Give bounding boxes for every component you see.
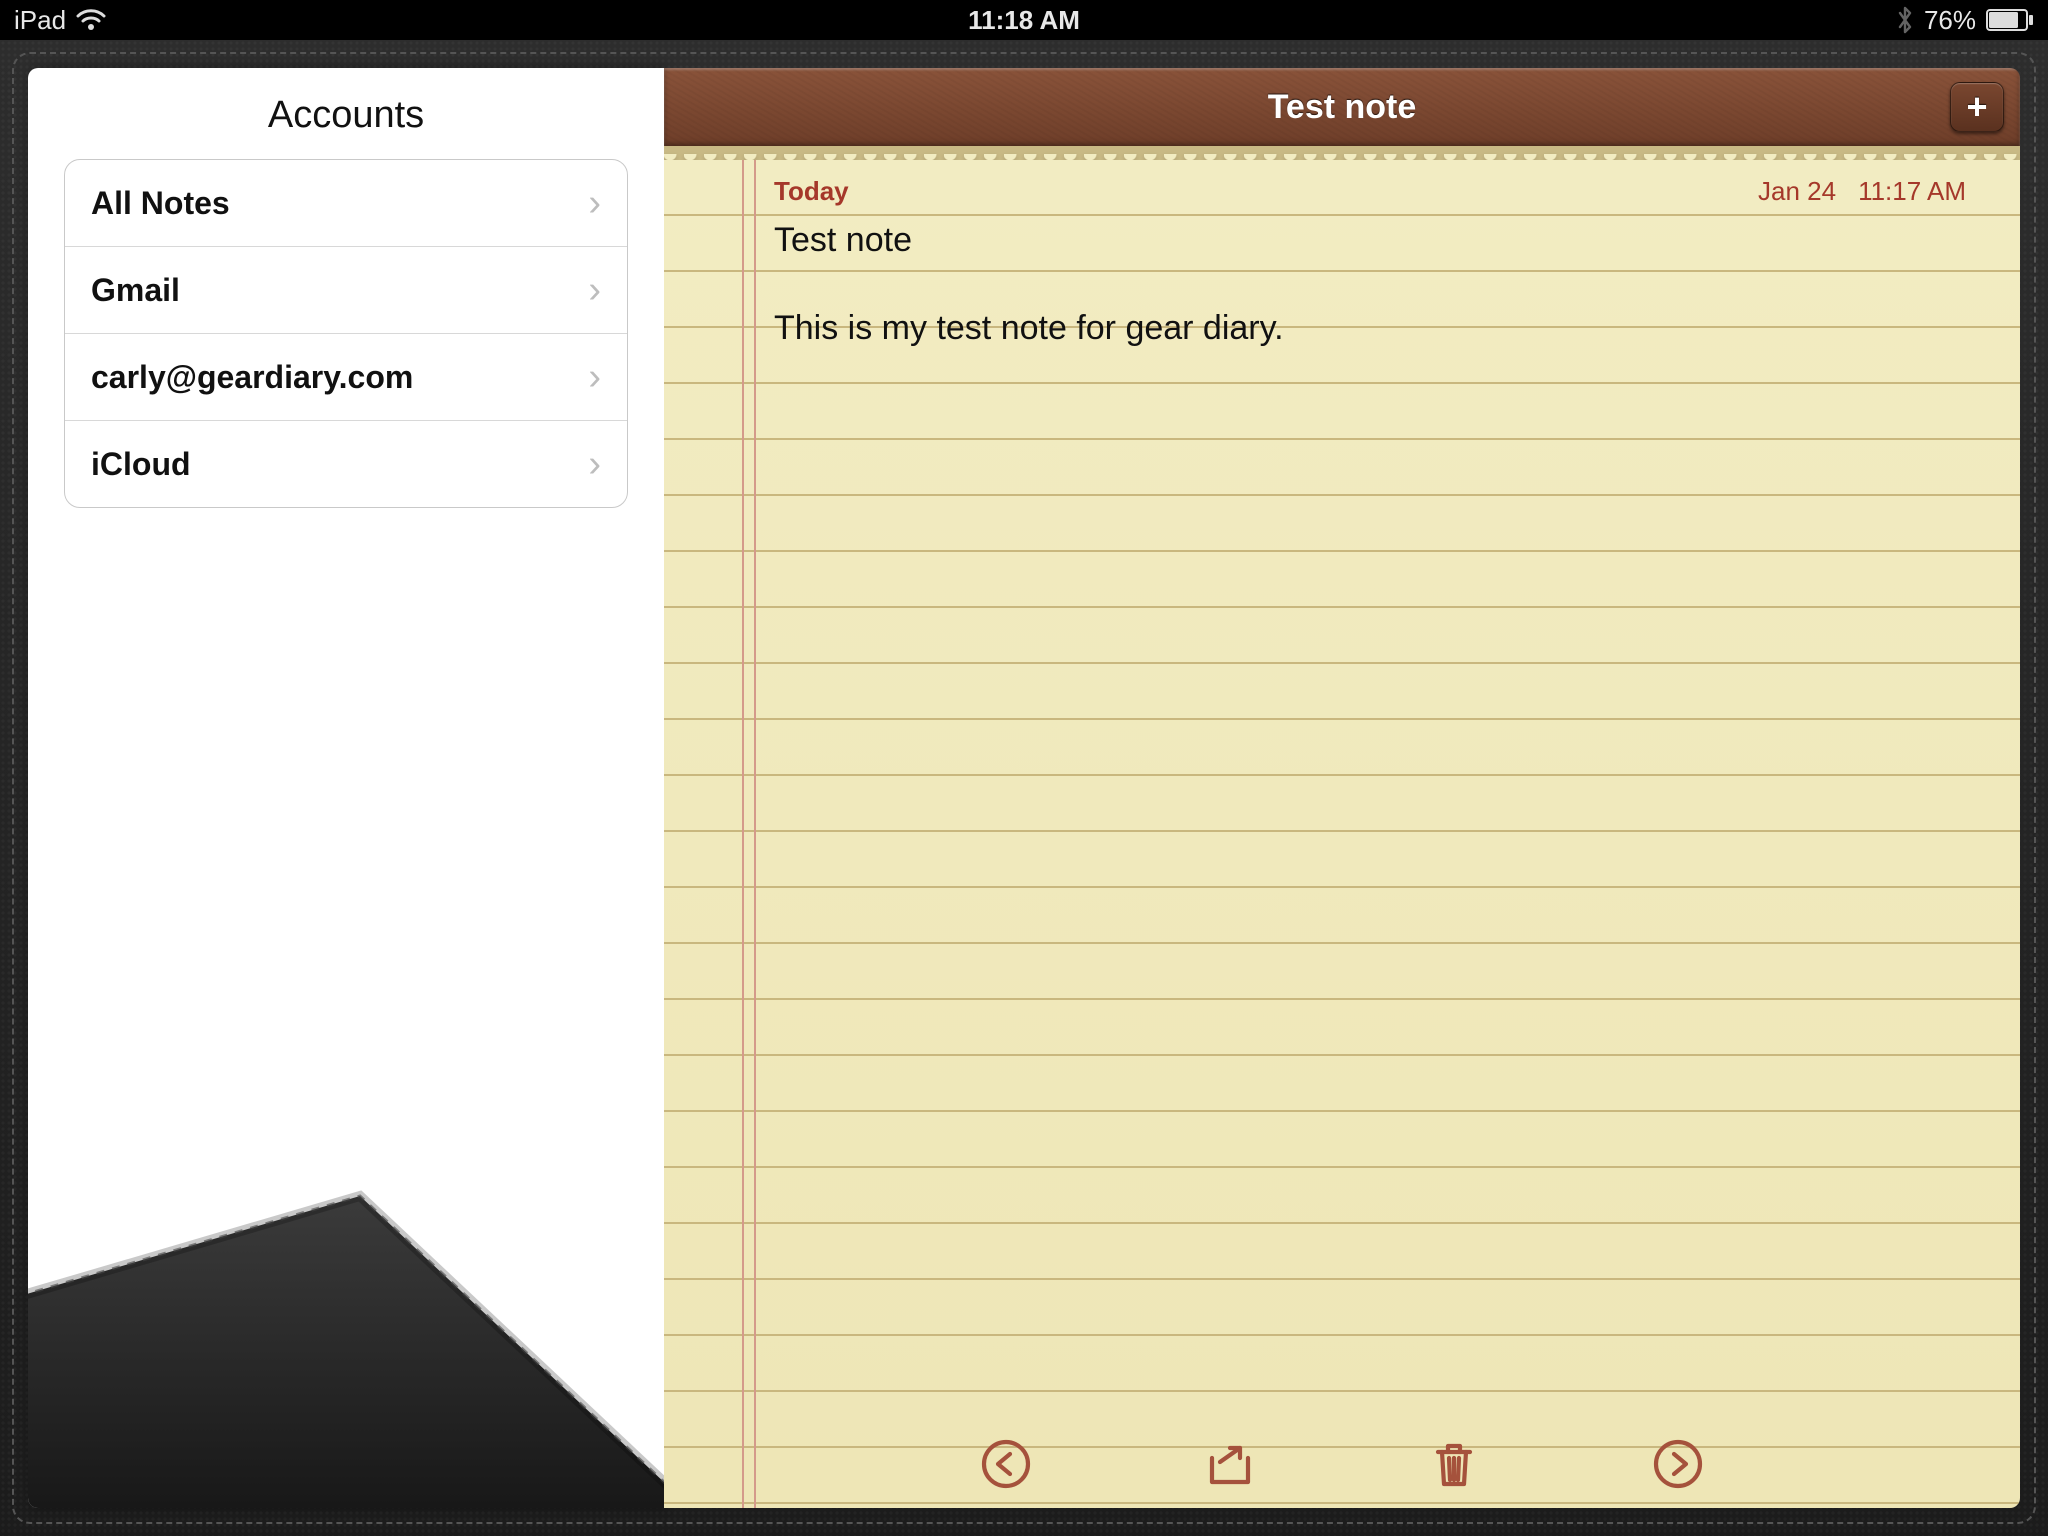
- plus-icon: +: [1966, 86, 1987, 128]
- note-title-line: Test note: [774, 218, 1966, 262]
- battery-percent: 76%: [1924, 5, 1976, 36]
- note-header-title: Test note: [1268, 88, 1417, 127]
- note-content-line: This is my test note for gear diary.: [774, 306, 1966, 350]
- account-geardiary[interactable]: carly@geardiary.com ›: [65, 333, 627, 420]
- notes-folio: Accounts All Notes › Gmail › carly@geard…: [0, 40, 2048, 1536]
- paper-tear: [664, 146, 2020, 160]
- note-today-label: Today: [774, 176, 849, 207]
- note-pane: Test note + Today Jan 24 11:17 AM Test n…: [664, 68, 2020, 1508]
- delete-button[interactable]: [1422, 1432, 1486, 1496]
- status-time: 11:18 AM: [968, 5, 1080, 36]
- note-toolbar: [664, 1432, 2020, 1496]
- account-label: iCloud: [91, 446, 191, 483]
- share-button[interactable]: [1198, 1432, 1262, 1496]
- next-note-button[interactable]: [1646, 1432, 1710, 1496]
- accounts-title: Accounts: [28, 68, 664, 159]
- leather-pocket: [28, 1156, 664, 1508]
- account-icloud[interactable]: iCloud ›: [65, 420, 627, 507]
- previous-note-button[interactable]: [974, 1432, 1038, 1496]
- note-meta: Today Jan 24 11:17 AM: [774, 176, 1966, 216]
- status-bar: iPad 11:18 AM 76%: [0, 0, 2048, 40]
- note-date: Jan 24: [1758, 176, 1836, 207]
- account-gmail[interactable]: Gmail ›: [65, 246, 627, 333]
- account-label: Gmail: [91, 272, 180, 309]
- bluetooth-icon: [1896, 6, 1914, 34]
- note-paper[interactable]: Today Jan 24 11:17 AM Test note This is …: [664, 160, 2020, 1508]
- note-body[interactable]: Test note This is my test note for gear …: [774, 218, 1966, 350]
- device-label: iPad: [14, 5, 66, 36]
- chevron-right-icon: ›: [588, 271, 601, 309]
- accounts-panel: Accounts All Notes › Gmail › carly@geard…: [28, 68, 664, 1508]
- chevron-right-icon: ›: [588, 184, 601, 222]
- chevron-right-icon: ›: [588, 445, 601, 483]
- note-header: Test note +: [664, 68, 2020, 146]
- note-time: 11:17 AM: [1858, 176, 1966, 207]
- account-all-notes[interactable]: All Notes ›: [65, 160, 627, 246]
- battery-icon: [1986, 9, 2034, 31]
- new-note-button[interactable]: +: [1950, 82, 2004, 132]
- wifi-icon: [76, 8, 106, 32]
- chevron-right-icon: ›: [588, 358, 601, 396]
- account-label: carly@geardiary.com: [91, 359, 413, 396]
- account-label: All Notes: [91, 185, 230, 222]
- accounts-list: All Notes › Gmail › carly@geardiary.com …: [64, 159, 628, 508]
